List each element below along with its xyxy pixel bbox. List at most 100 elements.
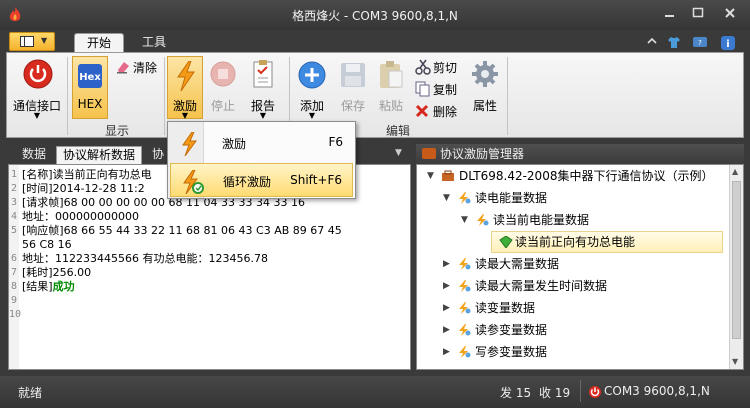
tree-node-label: 读当前电能量数据 [493, 213, 590, 227]
line-number: 6 [11, 253, 18, 264]
scroll-down-icon[interactable]: ▼ [732, 357, 738, 366]
maximize-icon [692, 7, 704, 18]
clear-button[interactable]: 清除 [113, 59, 163, 75]
chevron-down-icon: ▼ [33, 111, 41, 120]
lightning-folder-icon [459, 192, 471, 204]
connect-button[interactable]: 通信接口 ▼ [11, 57, 63, 120]
app-menu-icon [20, 36, 34, 47]
application-menu-button[interactable]: ▼ [9, 32, 55, 51]
panel-header: 协议激励管理器 [416, 144, 744, 164]
delete-icon [415, 104, 429, 118]
expand-arrow-icon[interactable]: ▶ [443, 253, 453, 275]
line-number: 9 [11, 295, 18, 306]
power-status-icon [589, 386, 601, 398]
expand-arrow-icon[interactable]: ▼ [443, 187, 453, 209]
tree-node-selected[interactable]: 读当前正向有功总电能 [417, 231, 717, 253]
stimulate-button[interactable]: 激励 ▼ [167, 56, 203, 120]
close-button[interactable] [722, 7, 738, 22]
properties-button[interactable]: 属性 [467, 57, 503, 119]
tree-node[interactable]: ▼ 读当前电能量数据 [417, 209, 717, 231]
hex-icon: Hex [78, 64, 102, 88]
svg-text:?: ? [698, 39, 702, 47]
line-number: 4 [11, 211, 18, 222]
line-text: 地址：112233445566 有功总电能：123456.78 [22, 252, 268, 265]
chevron-down-icon[interactable]: ▼ [395, 148, 402, 158]
line-number: 8 [11, 281, 18, 292]
expand-arrow-icon[interactable]: ▼ [461, 209, 471, 231]
svg-text:i: i [726, 39, 729, 50]
separator [164, 57, 165, 135]
add-button[interactable]: 添加 ▼ [293, 57, 331, 120]
tab-protocol-parse[interactable]: 协议解析数据 [56, 146, 143, 164]
scissors-icon [415, 59, 431, 75]
stop-button[interactable]: 停止 [205, 57, 241, 119]
minimize-button[interactable] [662, 7, 678, 22]
tree-node[interactable]: ▶ 读最大需量发生时间数据 [417, 275, 717, 297]
info-button[interactable]: i [720, 35, 736, 51]
separator [507, 57, 508, 135]
help-button[interactable]: ? [692, 35, 708, 51]
skin-button[interactable] [666, 35, 682, 51]
tree-node[interactable]: ▶ 写参变量数据 [417, 341, 717, 363]
paste-label: 粘贴 [378, 99, 403, 113]
gear-icon [472, 61, 498, 87]
close-icon [725, 8, 735, 18]
stimulate-dropdown-menu: 激励 F6 循环激励 Shift+F6 [167, 121, 356, 199]
shirt-icon [668, 37, 680, 48]
tab-data[interactable]: 数据 [16, 146, 52, 164]
expand-arrow-icon[interactable]: ▶ [443, 275, 453, 297]
app-window: 格西烽火 - COM3 9600,8,1,N ▼ 开始 工具 ? i 通信接口 … [0, 0, 750, 408]
delete-label: 删除 [433, 105, 458, 119]
tab-start[interactable]: 开始 [74, 33, 125, 53]
tab-tools[interactable]: 工具 [130, 33, 178, 53]
hex-toggle-button[interactable]: Hex HEX [72, 56, 108, 119]
protocol-tree[interactable]: ▼ DLT698.42-2008集中器下行通信协议（示例） ▼ 读电能量数据 ▼… [416, 164, 744, 370]
report-button[interactable]: 报告 ▼ [243, 57, 283, 120]
menu-item-stimulate[interactable]: 激励 F6 [170, 126, 353, 160]
menu-item-label: 激励 [222, 137, 247, 151]
menu-item-loop-stimulate[interactable]: 循环激励 Shift+F6 [170, 163, 353, 197]
maximize-button[interactable] [690, 7, 706, 22]
paste-button[interactable]: 粘贴 [373, 57, 409, 119]
delete-button[interactable]: 删除 [413, 103, 465, 119]
lightning-folder-icon [459, 324, 471, 336]
line-number: 7 [11, 267, 18, 278]
expand-arrow-icon[interactable]: ▶ [443, 341, 453, 363]
tree-node-label: 读电能量数据 [475, 191, 548, 205]
tree-node-root[interactable]: ▼ DLT698.42-2008集中器下行通信协议（示例） [417, 165, 717, 187]
lightning-folder-icon [459, 258, 471, 270]
properties-label: 属性 [472, 99, 497, 113]
line-number: 5 [11, 225, 18, 236]
chevron-up-icon [647, 37, 657, 44]
clear-label: 清除 [133, 61, 158, 75]
copy-button[interactable]: 复制 [413, 81, 465, 97]
chevron-down-icon: ▼ [259, 111, 267, 120]
expand-arrow-icon[interactable]: ▶ [443, 297, 453, 319]
scroll-up-icon[interactable]: ▲ [732, 167, 738, 176]
save-button[interactable]: 保存 [335, 57, 371, 119]
expand-arrow-icon[interactable]: ▶ [443, 319, 453, 341]
info-icon: i [721, 36, 735, 50]
collapse-ribbon-button[interactable] [644, 35, 660, 51]
cut-button[interactable]: 剪切 [413, 59, 465, 75]
tree-node[interactable]: ▶ 读最大需量数据 [417, 253, 717, 275]
tree-node[interactable]: ▶ 读变量数据 [417, 297, 717, 319]
tree-scrollbar[interactable]: ▲ ▼ [729, 165, 743, 369]
menu-item-label: 循环激励 [223, 175, 272, 189]
menu-item-shortcut: Shift+F6 [290, 173, 342, 187]
tree-node-label: 读最大需量发生时间数据 [475, 279, 608, 293]
separator [67, 57, 68, 135]
tree-node[interactable]: ▶ 读参变量数据 [417, 319, 717, 341]
scroll-thumb[interactable] [732, 181, 741, 339]
line-number: 3 [11, 197, 18, 208]
expand-arrow-icon[interactable]: ▼ [427, 165, 437, 187]
power-icon [23, 59, 53, 89]
paste-icon [380, 61, 403, 88]
group-label-display: 显示 [104, 124, 129, 138]
copy-icon [415, 81, 430, 97]
status-port: COM3 9600,8,1,N [604, 384, 710, 398]
line-text: [耗时]256.00 [22, 266, 92, 279]
tree-node[interactable]: ▼ 读电能量数据 [417, 187, 717, 209]
minimize-icon [665, 15, 674, 17]
menu-item-shortcut: F6 [328, 135, 343, 149]
